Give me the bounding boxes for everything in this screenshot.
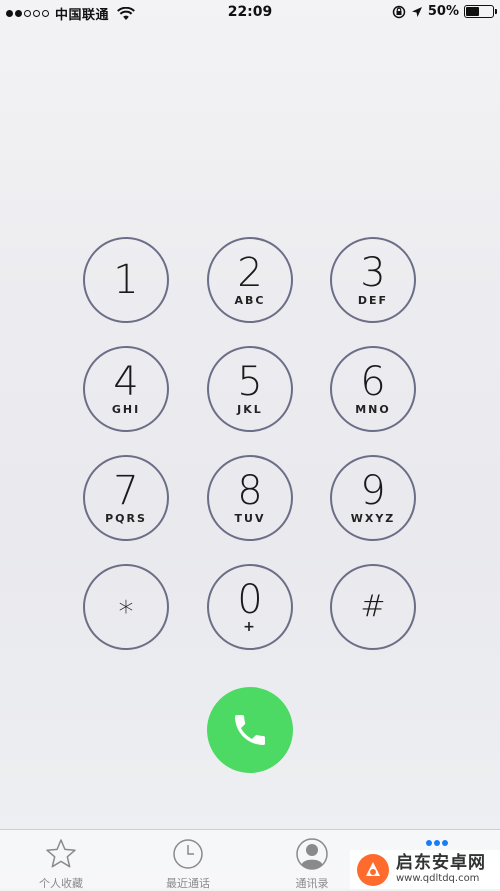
key-6[interactable]: 6 MNO	[330, 346, 416, 432]
key-1[interactable]: 1	[83, 237, 169, 323]
key-letters: TUV	[234, 512, 266, 525]
key-letters: DEF	[357, 294, 389, 307]
key-digit: ∗	[116, 589, 136, 624]
key-9[interactable]: 9 WXYZ	[330, 455, 416, 541]
key-7[interactable]: 7 PQRS	[83, 455, 169, 541]
watermark-logo-icon	[357, 853, 389, 886]
key-digit: 4	[113, 359, 139, 405]
key-star[interactable]: ∗	[83, 564, 169, 650]
key-digit: 7	[113, 468, 139, 514]
key-3[interactable]: 3 DEF	[330, 237, 416, 323]
key-8[interactable]: 8 TUV	[207, 455, 293, 541]
key-0[interactable]: 0 +	[207, 564, 293, 650]
key-2[interactable]: 2 ABC	[207, 237, 293, 323]
tab-contacts[interactable]: 通讯录	[262, 830, 362, 890]
key-5[interactable]: 5 JKL	[207, 346, 293, 432]
watermark: 启东安卓网 www.qdltdq.com	[350, 850, 500, 889]
phone-icon	[235, 715, 265, 745]
key-letters: GHI	[111, 403, 141, 416]
key-letters: +	[243, 619, 257, 635]
contacts-icon	[296, 838, 328, 870]
key-letters: PQRS	[105, 512, 147, 525]
clock-icon	[173, 839, 203, 869]
key-digit: 0	[237, 577, 263, 623]
watermark-title: 启东安卓网	[396, 853, 486, 873]
key-digit: 3	[360, 250, 386, 296]
key-digit: 8	[237, 468, 263, 514]
key-digit: 6	[360, 359, 386, 405]
call-button[interactable]	[207, 687, 293, 773]
key-letters: MNO	[355, 403, 391, 416]
tab-favorites[interactable]: 个人收藏	[11, 830, 111, 890]
dial-keypad: 1 2 ABC 3 DEF 4 GHI 5 JKL 6 MNO 7 PQRS 8…	[0, 0, 500, 889]
key-hash[interactable]: #	[330, 564, 416, 650]
key-4[interactable]: 4 GHI	[83, 346, 169, 432]
watermark-url: www.qdltdq.com	[396, 873, 480, 884]
key-letters: JKL	[237, 403, 263, 416]
key-digit: #	[360, 589, 386, 624]
key-digit: 1	[113, 257, 139, 303]
key-digit: 5	[237, 359, 263, 405]
key-digit: 9	[360, 468, 386, 514]
key-letters: WXYZ	[350, 512, 396, 525]
key-letters: ABC	[234, 294, 266, 307]
tab-recents[interactable]: 最近通话	[138, 830, 238, 890]
key-digit: 2	[237, 250, 263, 296]
star-icon	[46, 839, 76, 868]
